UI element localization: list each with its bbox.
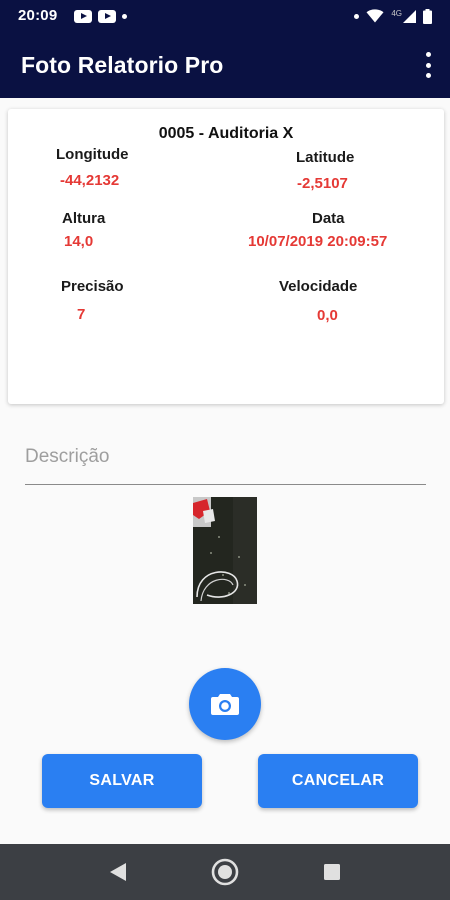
location-info-card: 0005 - Auditoria X Longitude -44,2132 La… [8, 109, 444, 404]
status-bar: 20:09 4G [0, 0, 450, 32]
menu-dot [425, 73, 431, 78]
data-label: Data [312, 210, 345, 227]
status-time: 20:09 [18, 7, 58, 24]
data-value: 10/07/2019 20:09:57 [248, 233, 388, 250]
latitude-label: Latitude [296, 149, 355, 166]
app-screen: 20:09 4G Foto Relatorio Pro 0005 - Audit… [0, 0, 450, 900]
precisao-value: 7 [77, 306, 86, 323]
altura-label: Altura [62, 210, 106, 227]
velocidade-value: 0,0 [317, 307, 338, 324]
nav-home-button[interactable] [195, 844, 255, 900]
notification-icons [74, 9, 127, 23]
card-title: 0005 - Auditoria X [158, 125, 294, 142]
more-vert-icon[interactable] [422, 52, 434, 78]
youtube-notification-icon [98, 9, 116, 23]
longitude-value: -44,2132 [60, 172, 120, 189]
longitude-label: Longitude [56, 146, 129, 163]
menu-dot [425, 62, 431, 68]
latitude-value: -2,5107 [297, 175, 348, 192]
nav-recents-button[interactable] [302, 844, 362, 900]
app-bar: Foto Relatorio Pro [0, 32, 450, 98]
velocidade-label: Velocidade [279, 278, 358, 295]
wifi-icon [366, 9, 384, 23]
network-type-label: 4G [391, 8, 402, 18]
indicator-dot-icon [354, 13, 360, 19]
youtube-notification-icon [74, 9, 92, 23]
battery-icon [423, 8, 432, 24]
precisao-label: Precisão [61, 278, 124, 295]
system-nav-bar [0, 844, 450, 900]
nav-home-icon [211, 858, 239, 886]
camera-button[interactable] [189, 668, 261, 740]
cancel-button[interactable]: CANCELAR [258, 754, 418, 808]
system-icons: 4G [354, 8, 432, 24]
camera-icon [211, 694, 239, 715]
more-notifications-dot-icon [122, 13, 127, 19]
menu-dot [425, 52, 431, 57]
altura-value: 14,0 [64, 233, 94, 250]
photo-thumbnail[interactable] [193, 497, 257, 604]
nav-recents-icon [324, 864, 340, 880]
description-input[interactable] [25, 430, 426, 485]
save-button[interactable]: SALVAR [42, 754, 202, 808]
nav-back-icon [110, 863, 126, 881]
photo-image [193, 497, 257, 604]
nav-back-button[interactable] [88, 844, 148, 900]
cell-signal-icon [403, 9, 416, 23]
app-title: Foto Relatorio Pro [21, 52, 224, 78]
